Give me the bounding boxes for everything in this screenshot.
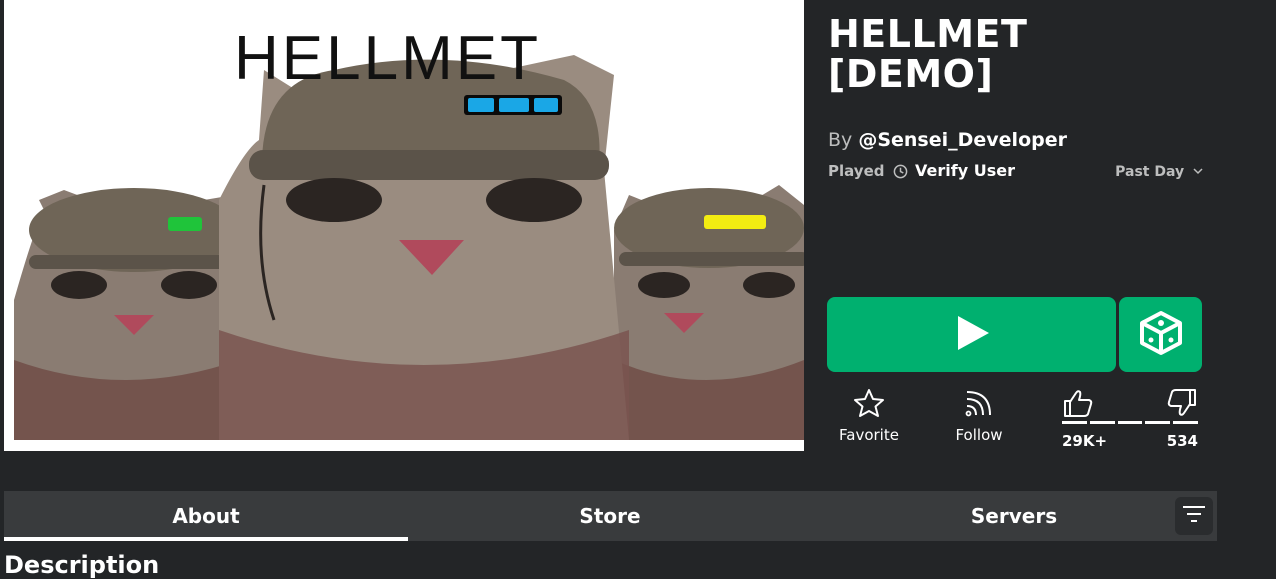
creator-line: By @Sensei_Developer	[828, 129, 1067, 151]
play-button[interactable]	[827, 297, 1116, 372]
blue-helmet-light	[468, 98, 494, 112]
thumbnail-title-text: HELLMET	[234, 24, 541, 93]
tab-bar: About Store Servers	[4, 491, 1217, 541]
open-in-studio-button[interactable]	[1119, 297, 1202, 372]
clock-icon	[893, 164, 908, 183]
filter-button[interactable]	[1175, 497, 1213, 535]
center-cat	[219, 55, 629, 440]
thumbs-up-icon[interactable]	[1062, 388, 1094, 422]
favorite-button[interactable]: Favorite	[836, 388, 902, 444]
game-title: HELLMET [DEMO]	[828, 14, 1128, 94]
chevron-down-icon	[1193, 163, 1203, 179]
description-heading: Description	[4, 551, 160, 579]
played-value: Verify User	[915, 161, 1015, 180]
tab-about[interactable]: About	[4, 491, 408, 541]
right-cat	[614, 185, 804, 440]
period-dropdown[interactable]: Past Day	[1115, 163, 1203, 180]
green-helmet-light	[168, 217, 202, 231]
yellow-helmet-light	[704, 215, 766, 229]
favorite-label: Favorite	[839, 426, 899, 444]
creator-link[interactable]: @Sensei_Developer	[858, 129, 1067, 151]
downvote-count: 534	[1166, 432, 1198, 450]
play-icon	[952, 313, 992, 357]
follow-button[interactable]: Follow	[950, 388, 1008, 444]
rss-icon	[964, 391, 994, 422]
studio-cube-icon	[1138, 310, 1184, 360]
left-cat	[14, 188, 244, 440]
thumbs-down-icon[interactable]	[1166, 388, 1198, 422]
tab-store[interactable]: Store	[408, 491, 812, 541]
filter-icon	[1182, 505, 1206, 527]
star-icon	[853, 389, 885, 422]
tab-servers[interactable]: Servers	[812, 491, 1216, 541]
by-label: By	[828, 129, 853, 151]
game-title-line-1: HELLMET	[828, 12, 1028, 56]
follow-label: Follow	[955, 426, 1003, 444]
vote-section: 29K+ 534	[1062, 388, 1198, 452]
game-title-line-2: [DEMO]	[828, 52, 994, 96]
played-label: Played	[828, 162, 885, 180]
vote-ratio-bar	[1062, 421, 1198, 424]
upvote-count: 29K+	[1062, 432, 1108, 450]
period-label: Past Day	[1115, 164, 1185, 180]
played-row: Played Verify User Past Day	[828, 161, 1208, 183]
game-thumbnail: HELLMET	[4, 0, 804, 451]
